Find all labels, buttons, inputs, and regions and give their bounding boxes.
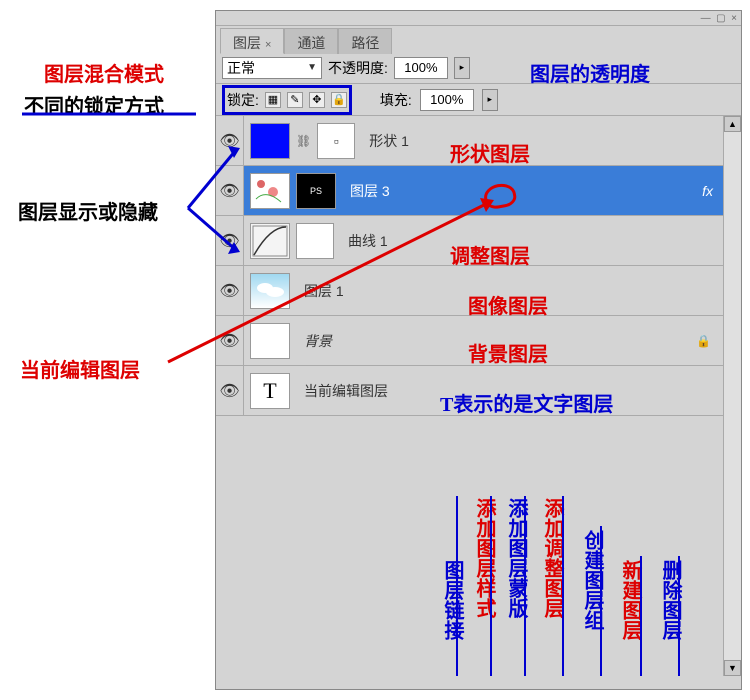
bottom-label-delete: 删除图层 (656, 560, 685, 640)
annotation-current-edit: 当前编辑图层 (20, 354, 140, 383)
annotation-visibility: 图层显示或隐藏 (18, 196, 158, 225)
opacity-stepper[interactable]: ▸ (454, 57, 470, 79)
eye-icon[interactable]: 👁 (219, 181, 239, 201)
layer-thumbnail[interactable] (250, 273, 290, 309)
annotation-image-layer: 图像图层 (468, 290, 548, 319)
text-layer-icon[interactable]: T (250, 373, 290, 409)
annotation-shape-layer: 形状图层 (450, 138, 530, 167)
lock-icon: 🔒 (696, 334, 711, 348)
bottom-label-group: 创建图层组 (578, 530, 607, 630)
layer-name-label[interactable]: 当前编辑图层 (304, 381, 388, 401)
layer-thumbnail[interactable] (250, 123, 290, 159)
annotation-opacity: 图层的透明度 (530, 58, 650, 87)
eye-icon[interactable]: 👁 (219, 381, 239, 401)
panel-titlebar: — ▢ × (216, 11, 741, 26)
link-icon: ⛓ (296, 134, 311, 148)
lock-position-icon[interactable]: ✥ (309, 92, 325, 108)
opacity-label: 不透明度: (328, 58, 388, 78)
fill-label: 填充: (380, 90, 412, 110)
smart-object-icon: PS (296, 173, 336, 209)
blend-mode-select[interactable]: 正常 ▼ (222, 57, 322, 79)
eye-icon[interactable]: 👁 (219, 281, 239, 301)
layer-name-label[interactable]: 形状 1 (369, 131, 409, 151)
divider-line (600, 526, 602, 676)
lock-all-icon[interactable]: 🔒 (331, 92, 347, 108)
panel-tabs: 图层 × 通道 路径 (216, 26, 741, 52)
scroll-up-button[interactable]: ▲ (724, 116, 741, 132)
scroll-down-button[interactable]: ▼ (724, 660, 741, 676)
adjust-thumbnail[interactable] (250, 223, 290, 259)
fill-stepper[interactable]: ▸ (482, 89, 498, 111)
bottom-label-style: 添加图层样式 (470, 498, 499, 618)
bottom-label-link: 图层链接 (438, 560, 467, 640)
annotation-blend-mode: 图层混合模式 (44, 58, 164, 87)
tab-layers[interactable]: 图层 × (220, 28, 284, 54)
fx-badge[interactable]: fx (702, 183, 713, 199)
layer-name-label[interactable]: 图层 3 (350, 181, 390, 201)
vector-mask-thumbnail[interactable]: ▫ (317, 123, 355, 159)
tab-channels[interactable]: 通道 (284, 28, 338, 54)
window-controls[interactable]: — ▢ × (701, 13, 737, 24)
lock-label: 锁定: (227, 90, 259, 110)
divider-line (562, 496, 564, 676)
annotation-adjust-layer: 调整图层 (450, 240, 530, 269)
tab-layers-label: 图层 (233, 35, 261, 51)
layer-row-selected[interactable]: 👁 PS 图层 3 fx ▾ (216, 166, 741, 216)
lock-section-highlight: 锁定: ▦ ✎ ✥ 🔒 (222, 85, 352, 115)
close-icon[interactable]: × (265, 39, 271, 51)
divider-line (490, 496, 492, 676)
annotation-bg-layer: 背景图层 (468, 338, 548, 367)
divider-line (678, 556, 680, 676)
lock-pixels-icon[interactable]: ✎ (287, 92, 303, 108)
fill-input[interactable]: 100% (420, 89, 474, 111)
layer-thumbnail[interactable] (250, 323, 290, 359)
eye-icon[interactable]: 👁 (219, 231, 239, 251)
tab-paths[interactable]: 路径 (338, 28, 392, 54)
options-row: 正常 ▼ 不透明度: 100% ▸ (216, 52, 741, 84)
layer-name-label[interactable]: 图层 1 (304, 281, 344, 301)
ps-badge: PS (310, 186, 322, 196)
divider-line (456, 496, 458, 676)
lock-row: 锁定: ▦ ✎ ✥ 🔒 填充: 100% ▸ (216, 84, 741, 116)
chevron-down-icon: ▼ (307, 62, 317, 73)
vertical-scrollbar[interactable]: ▲ ▼ (723, 116, 741, 676)
layer-thumbnail[interactable] (250, 173, 290, 209)
layer-name-label[interactable]: 背景 (304, 331, 332, 351)
blend-mode-value: 正常 (227, 58, 255, 78)
opacity-input[interactable]: 100% (394, 57, 448, 79)
annotation-lock-methods: 不同的锁定方式 (24, 90, 164, 119)
annotation-text-layer: T表示的是文字图层 (440, 388, 613, 417)
layer-mask-thumbnail[interactable] (296, 223, 334, 259)
lock-transparent-icon[interactable]: ▦ (265, 92, 281, 108)
bottom-label-mask: 添加图层蒙版 (502, 498, 531, 618)
layer-name-label[interactable]: 曲线 1 (348, 231, 388, 251)
eye-icon[interactable]: 👁 (219, 331, 239, 351)
divider-line (524, 496, 526, 676)
eye-icon[interactable]: 👁 (219, 131, 239, 151)
divider-line (640, 556, 642, 676)
